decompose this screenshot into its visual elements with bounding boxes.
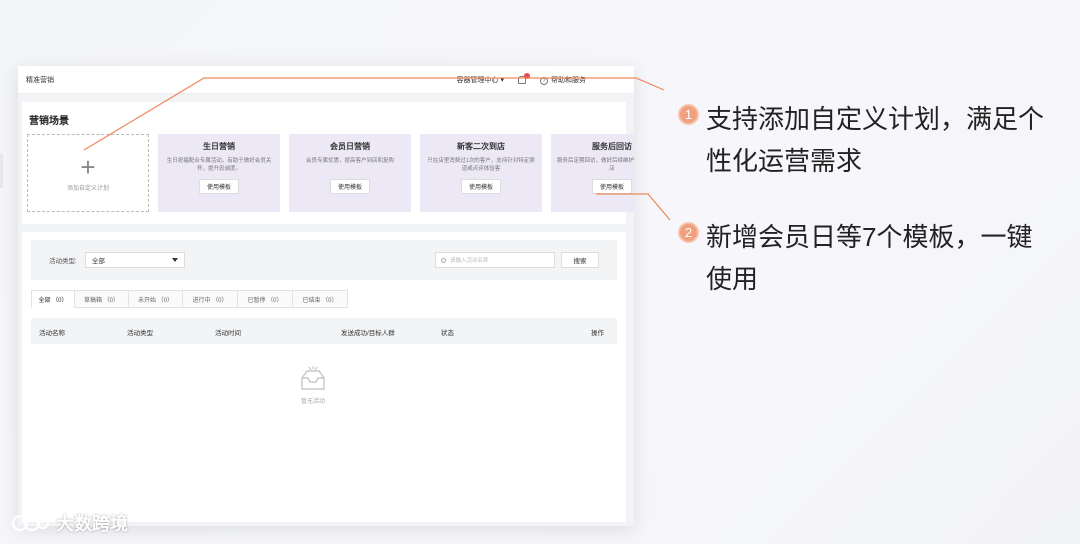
tab-paused[interactable]: 已暂停 （0） — [237, 290, 293, 308]
template-card-member-day: 会员日营销 会员专属优惠，提高客户到店和复购 使用模板 — [289, 134, 411, 212]
side-stub — [0, 154, 3, 188]
status-tabs: 全部 （0） 草稿箱 （0） 未开始 （0） 进行中 （0） 已暂停 （0） 已… — [31, 290, 348, 308]
store-menu[interactable]: 容器管理中心 ▾ — [457, 75, 504, 85]
callout-2: 2 新增会员日等7个模板，一键使用 — [678, 216, 1046, 300]
col-status: 状态 — [441, 330, 454, 337]
col-type: 活动类型 — [127, 330, 153, 337]
tab-in-progress[interactable]: 进行中 （0） — [182, 290, 238, 308]
app-screenshot: 精准营销 容器管理中心 ▾ ? 帮助和服务 营销场景 + 添加自定义计划 生日营销… — [18, 66, 634, 526]
top-bar: 精准营销 容器管理中心 ▾ ? 帮助和服务 — [18, 66, 634, 94]
template-desc: 生日祝福配合专属活动，有助于做好会员关怀，提升忠诚度。 — [166, 158, 272, 172]
add-custom-plan-label: 添加自定义计划 — [66, 185, 109, 192]
template-card-follow-up: 服务后回访 服务后定期回访，做好后续维护，促进多次到店 使用模板 — [551, 134, 634, 212]
caret-down-icon — [171, 258, 178, 262]
add-custom-plan-card[interactable]: + 添加自定义计划 — [27, 134, 149, 212]
tab-not-started[interactable]: 未开始 （0） — [128, 290, 183, 308]
scene-panel: 营销场景 + 添加自定义计划 生日营销 生日祝福配合专属活动，有助于做好会员关怀… — [22, 102, 634, 224]
template-title: 生日营销 — [203, 142, 235, 151]
plus-icon: + — [80, 151, 96, 182]
empty-inbox-icon — [301, 366, 325, 390]
filter-bar: 活动类型: 全部 请输入活动名称 搜索 — [31, 240, 617, 280]
search-input[interactable]: 请输入活动名称 — [435, 252, 555, 268]
tab-ended[interactable]: 已结束 （0） — [292, 290, 348, 308]
use-template-button[interactable]: 使用模板 — [460, 179, 501, 194]
template-title: 会员日营销 — [330, 142, 370, 151]
col-sent: 发送成功/目标人群 — [341, 330, 395, 337]
search-icon — [441, 257, 446, 263]
callout-number: 2 — [678, 222, 699, 243]
empty-label: 暂无活动 — [300, 399, 325, 405]
table-header: 活动名称 活动类型 活动时间 发送成功/目标人群 状态 操作 — [31, 318, 617, 344]
col-time: 活动时间 — [215, 330, 241, 337]
use-template-button[interactable]: 使用模板 — [329, 179, 370, 194]
brand-logo-icon — [11, 514, 50, 532]
type-select[interactable]: 全部 — [84, 252, 185, 268]
template-desc: 只在店里消费过1次的客户，支持针对特定渠道或点评体验客 — [427, 158, 535, 172]
use-template-button[interactable]: 使用模板 — [198, 179, 239, 194]
template-title: 服务后回访 — [592, 142, 632, 151]
template-title: 新客二次到店 — [457, 142, 505, 151]
template-desc: 服务后定期回访，做好后续维护，促进多次到店 — [557, 158, 634, 172]
use-template-button[interactable]: 使用模板 — [591, 179, 632, 194]
tab-all[interactable]: 全部 （0） — [31, 290, 75, 308]
col-action: 操作 — [591, 330, 604, 337]
tab-drafts[interactable]: 草稿箱 （0） — [74, 290, 129, 308]
help-label: 帮助和服务 — [551, 76, 586, 84]
activity-list-panel: 活动类型: 全部 请输入活动名称 搜索 全部 （0） 草稿箱 （0） 未开始 （… — [22, 232, 626, 522]
callout-1: 1 支持添加自定义计划，满足个性化运营需求 — [678, 98, 1046, 182]
bell-icon[interactable] — [518, 72, 530, 84]
type-filter-label: 活动类型: — [49, 258, 77, 265]
search-button[interactable]: 搜索 — [561, 252, 599, 268]
type-select-value: 全部 — [91, 258, 105, 265]
question-icon: ? — [540, 76, 548, 85]
watermark-text: 大数跨境 — [56, 514, 128, 534]
watermark: 大数跨境 — [10, 510, 128, 536]
template-desc: 会员专属优惠，提高客户到店和复购 — [305, 158, 394, 164]
col-name: 活动名称 — [39, 330, 65, 337]
empty-state: 暂无活动 — [298, 366, 328, 405]
help-link[interactable]: ? 帮助和服务 — [540, 75, 586, 85]
search-placeholder: 请输入活动名称 — [450, 258, 489, 264]
top-nav: 容器管理中心 ▾ ? 帮助和服务 — [457, 72, 586, 85]
template-card-second-visit: 新客二次到店 只在店里消费过1次的客户，支持针对特定渠道或点评体验客 使用模板 — [420, 134, 542, 212]
store-menu-label: 容器管理中心 — [456, 76, 499, 84]
app-title: 精准营销 — [26, 76, 54, 84]
scene-title: 营销场景 — [29, 116, 69, 127]
notification-dot — [524, 72, 530, 79]
template-card-birthday: 生日营销 生日祝福配合专属活动，有助于做好会员关怀，提升忠诚度。 使用模板 — [158, 134, 280, 212]
callout-text: 新增会员日等7个模板，一键使用 — [706, 222, 1033, 294]
callout-number: 1 — [678, 104, 699, 125]
callout-text: 支持添加自定义计划，满足个性化运营需求 — [706, 104, 1045, 176]
